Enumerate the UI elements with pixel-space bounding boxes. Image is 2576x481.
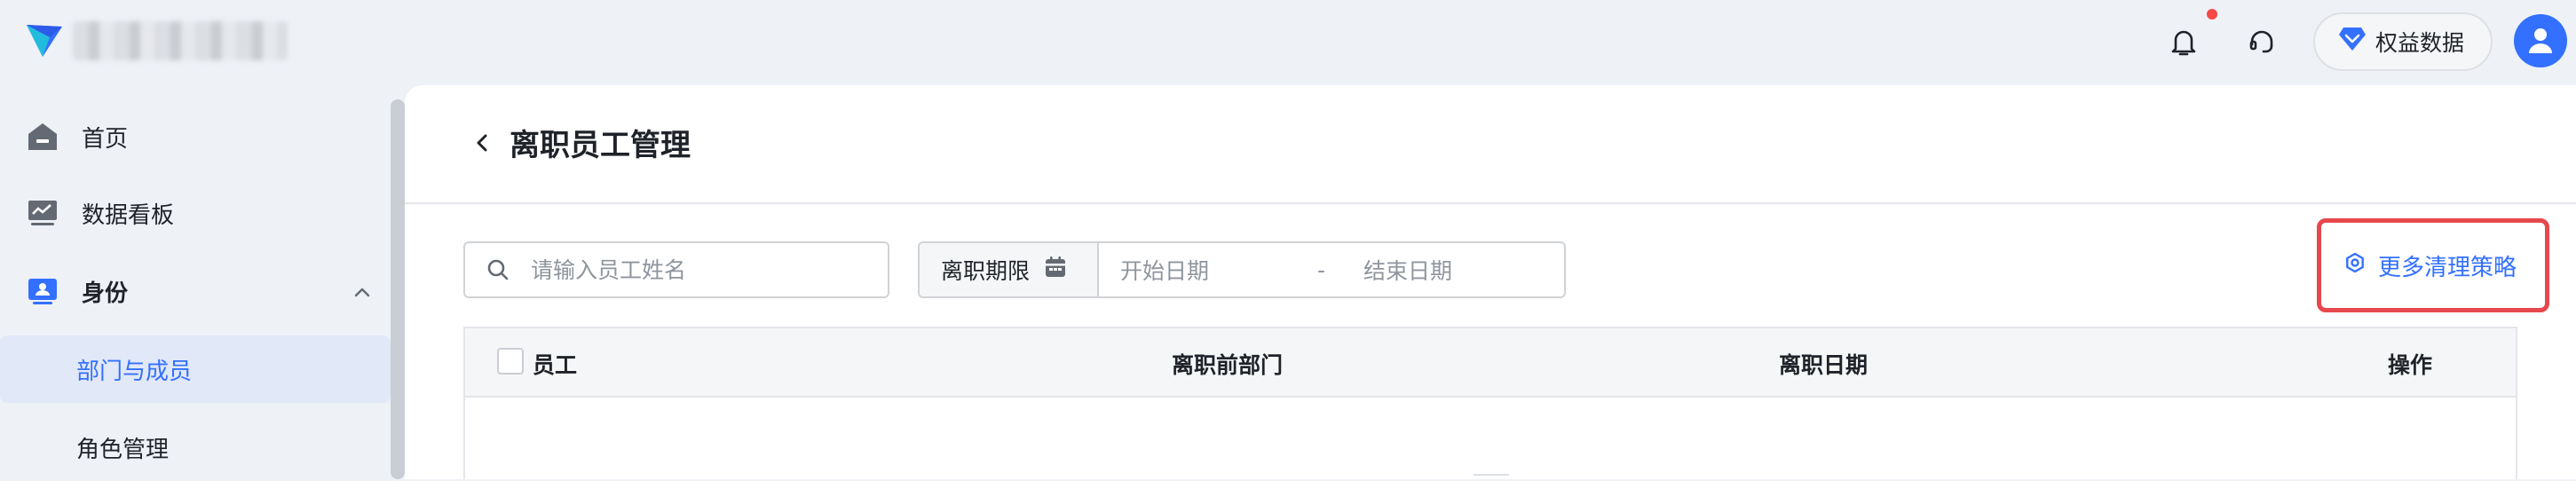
- sidebar-item-departments-members[interactable]: 部门与成员: [0, 335, 391, 403]
- brand-name-redacted: [73, 21, 288, 60]
- end-date-field[interactable]: 结束日期: [1363, 254, 1452, 286]
- id-card-icon: [25, 273, 60, 309]
- chevron-up-icon[interactable]: [353, 278, 371, 304]
- sidebar-item-label: 角色管理: [76, 436, 170, 463]
- user-avatar[interactable]: [2514, 14, 2567, 67]
- user-icon: [2529, 28, 2552, 53]
- page-header: 离职员工管理: [405, 85, 2576, 204]
- top-bar: 权益数据: [0, 0, 2576, 85]
- page-title: 离职员工管理: [510, 128, 691, 163]
- employee-search-box[interactable]: [463, 241, 889, 298]
- column-header-resign-date: 离职日期: [1779, 352, 1869, 378]
- column-header-employee: 员工: [533, 352, 578, 378]
- back-chevron-icon[interactable]: [469, 130, 495, 156]
- resign-date-range-picker[interactable]: 离职期限 开始日期 - 结束日期: [918, 241, 1566, 298]
- more-cleanup-strategies-label: 更多清理策略: [2378, 254, 2517, 281]
- sidebar-item-role-management[interactable]: 角色管理: [0, 414, 391, 481]
- app-logo-icon[interactable]: [23, 20, 66, 62]
- date-range-separator: -: [1317, 256, 1326, 283]
- home-icon: [25, 119, 60, 154]
- settings-gear-icon: [2344, 252, 2366, 280]
- start-date-field[interactable]: 开始日期: [1120, 254, 1209, 286]
- more-cleanup-strategies-button[interactable]: 更多清理策略: [2317, 218, 2549, 312]
- resigned-employees-table: 员工 离职前部门 离职日期 操作: [463, 327, 2517, 479]
- sidebar-item-label: 首页: [82, 125, 129, 153]
- rights-data-button[interactable]: 权益数据: [2313, 12, 2493, 71]
- notification-badge: [2207, 9, 2217, 20]
- dashboard-icon: [25, 195, 60, 231]
- sidebar-item-dashboard[interactable]: 数据看板: [0, 179, 391, 247]
- date-range-type-label[interactable]: 离职期限: [920, 243, 1099, 296]
- rights-data-label: 权益数据: [2375, 30, 2465, 56]
- employee-name-input[interactable]: [531, 256, 868, 283]
- column-header-previous-department: 离职前部门: [1172, 352, 1284, 378]
- sidebar-scrollbar[interactable]: [391, 99, 405, 479]
- date-range-label-text: 离职期限: [941, 258, 1031, 284]
- sidebar-item-label: 身份: [82, 280, 129, 307]
- headset-icon[interactable]: [2240, 21, 2283, 64]
- select-all-checkbox[interactable]: [497, 348, 524, 375]
- diamond-icon: [2338, 26, 2367, 58]
- search-icon: [486, 257, 511, 282]
- calendar-icon: [1044, 256, 1067, 284]
- sidebar-item-home[interactable]: 首页: [0, 103, 391, 170]
- table-header: 员工 离职前部门 离职日期 操作: [465, 328, 2516, 398]
- empty-state-placeholder: [1474, 474, 1509, 481]
- bell-icon[interactable]: [2162, 21, 2205, 64]
- sidebar: 首页 数据看板 身份 部门与成员 角色管理: [0, 85, 405, 479]
- sidebar-item-label: 数据看板: [82, 201, 175, 229]
- main-panel: 离职员工管理 离职期限 开始日期 - 结束日期 更多清理策略 员工 离职前部门 …: [405, 85, 2576, 479]
- sidebar-item-label: 部门与成员: [76, 358, 193, 385]
- column-header-actions: 操作: [2388, 352, 2433, 378]
- sidebar-item-identity[interactable]: 身份: [0, 257, 391, 325]
